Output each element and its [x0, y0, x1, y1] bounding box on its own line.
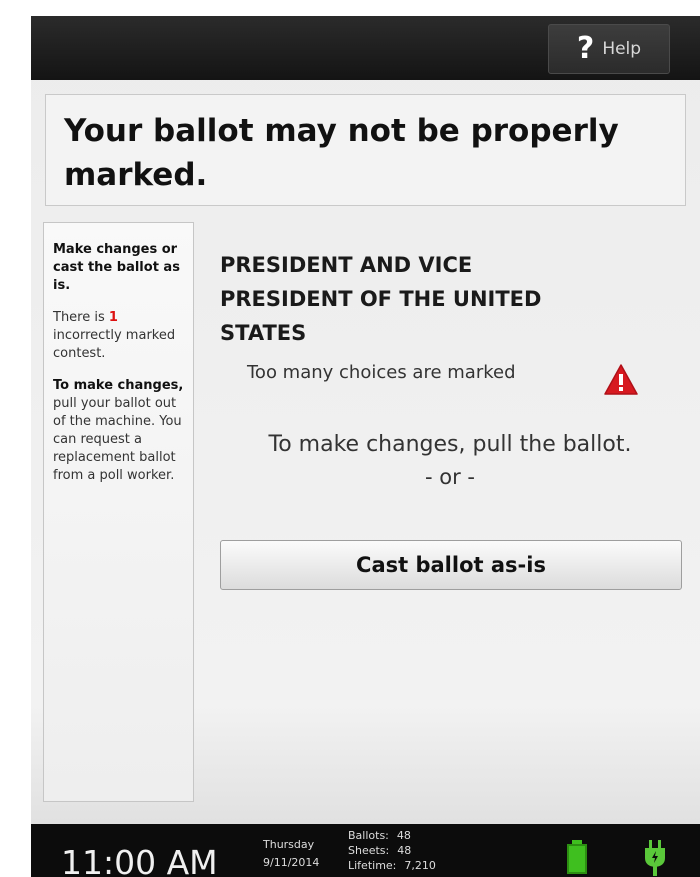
incorrect-count: 1	[108, 310, 118, 325]
page-title: Your ballot may not be properly marked.	[64, 109, 667, 197]
incorrect-count-text: There is 1 incorrectly marked contest.	[53, 310, 176, 361]
ballot-counters: Ballots: 48 Sheets: 48 Lifetime: 7,210	[348, 829, 436, 872]
title-line-1: Your ballot may not be properly	[64, 113, 619, 149]
title-line-2: marked.	[64, 157, 208, 193]
sidebar-heading: Make changes or cast the ballot as is.	[53, 242, 180, 293]
clock: 11:00 AM	[61, 843, 218, 877]
day-label: Thursday	[263, 838, 315, 851]
date-display: Thursday 9/11/2014	[263, 836, 319, 872]
contest-title: PRESIDENT AND VICE PRESIDENT OF THE UNIT…	[220, 253, 542, 345]
power-plug-icon	[645, 840, 665, 876]
ballots-count: 48	[396, 829, 411, 842]
question-mark-icon: ?	[576, 31, 595, 66]
help-button[interactable]: ? Help	[548, 24, 670, 74]
overvote-warning: Too many choices are marked	[220, 352, 680, 396]
pull-ballot-instruction: To make changes, pull the ballot.	[268, 432, 632, 457]
sheets-count: 48	[397, 844, 412, 857]
help-label: Help	[602, 39, 642, 59]
warning-triangle-icon	[604, 364, 638, 395]
or-separator: - or -	[425, 465, 475, 489]
date-label: 9/11/2014	[263, 856, 320, 869]
battery-icon	[567, 844, 587, 874]
status-bar: 11:00 AM Thursday 9/11/2014 Ballots: 48 S…	[31, 824, 700, 877]
lifetime-count: 7,210	[404, 859, 436, 872]
contest-panel: PRESIDENT AND VICE PRESIDENT OF THE UNIT…	[220, 248, 680, 492]
warning-text: Too many choices are marked	[247, 362, 516, 383]
voting-screen: ? Help Your ballot may not be properly m…	[31, 16, 700, 877]
alert-banner: Your ballot may not be properly marked.	[45, 94, 686, 206]
cast-ballot-as-is-button[interactable]: Cast ballot as-is	[220, 540, 682, 590]
instructions-sidebar: Make changes or cast the ballot as is. T…	[43, 222, 194, 802]
top-bar: ? Help	[31, 16, 700, 80]
make-changes-text: To make changes, pull your ballot out of…	[53, 378, 184, 483]
